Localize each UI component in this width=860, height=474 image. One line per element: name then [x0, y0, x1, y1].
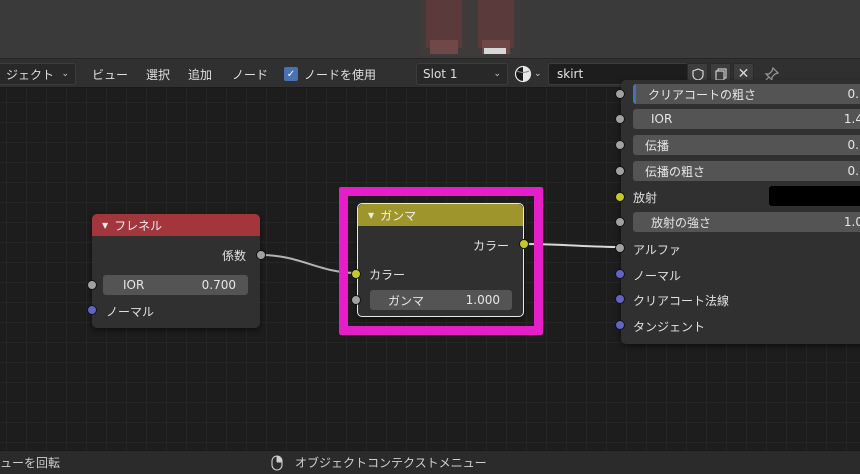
bsdf-emission-socket[interactable]: [615, 192, 625, 202]
checkmark-icon[interactable]: ✓: [284, 67, 298, 81]
bsdf-clearcoat-roughness-field[interactable]: クリアコートの粗さ 0.: [633, 84, 860, 104]
duplicate-icon: [714, 67, 727, 81]
bsdf-alpha-socket[interactable]: [615, 243, 625, 253]
bsdf-ior-value: 1.4: [843, 112, 860, 126]
bsdf-alpha-label: アルファ: [633, 243, 681, 257]
status-bar: ューを回転 オブジェクトコンテクストメニュー: [0, 450, 860, 474]
shield-icon: [691, 67, 704, 81]
menu-view[interactable]: ビュー: [92, 59, 128, 89]
fresnel-node[interactable]: ▼ フレネル 係数 IOR 0.700 ノーマル: [92, 214, 260, 328]
bsdf-transmission-socket[interactable]: [615, 140, 625, 150]
fresnel-normal-label: ノーマル: [106, 305, 155, 319]
slot-dropdown[interactable]: Slot 1 ⌄: [416, 63, 508, 85]
fresnel-ior-label: IOR: [123, 278, 145, 292]
fresnel-output-socket[interactable]: [256, 250, 266, 260]
fresnel-ior-value: 0.700: [201, 278, 236, 292]
bsdf-tangent-label: タンジェント: [633, 320, 706, 334]
bsdf-transmission-roughness-field[interactable]: 伝播の粗さ 0.: [633, 161, 860, 181]
bsdf-ior-label: IOR: [651, 112, 673, 126]
menu-node[interactable]: ノード: [232, 59, 268, 89]
collapse-triangle-icon[interactable]: ▼: [102, 221, 108, 230]
chevron-down-icon: ⌄: [493, 69, 501, 79]
bsdf-clearcoat-roughness-value: 0.: [847, 87, 859, 101]
status-center-text: オブジェクトコンテクストメニュー: [295, 456, 487, 470]
editor-mode-label: ジェクト: [6, 67, 55, 82]
menu-add[interactable]: 追加: [188, 59, 212, 89]
bsdf-emission-label: 放射: [633, 191, 658, 205]
bsdf-emission-strength-field[interactable]: 放射の強さ 1.0: [633, 212, 860, 232]
bsdf-transmission-roughness-label: 伝播の粗さ: [645, 164, 706, 179]
status-left-text: ューを回転: [0, 456, 61, 470]
bsdf-emission-strength-value: 1.0: [843, 215, 860, 229]
bsdf-emission-strength-label: 放射の強さ: [651, 215, 712, 230]
fresnel-output-label: 係数: [221, 249, 246, 263]
bsdf-ior-socket[interactable]: [615, 114, 625, 124]
bsdf-transmission-label: 伝播: [645, 138, 670, 153]
highlight-box: [339, 187, 543, 335]
chevron-down-icon: ⌄: [534, 69, 542, 79]
bsdf-clearcoat-normal-label: クリアコート法線: [633, 294, 730, 308]
material-sphere-icon: [514, 65, 532, 83]
menu-select[interactable]: 選択: [146, 59, 170, 89]
bsdf-clearcoat-roughness-socket[interactable]: [615, 89, 625, 99]
slot-label: Slot 1: [423, 67, 458, 81]
3d-viewport-strip[interactable]: [0, 0, 860, 58]
fresnel-normal-socket[interactable]: [87, 305, 97, 315]
use-nodes-toggle[interactable]: ✓ ノードを使用: [284, 59, 376, 89]
bsdf-normal-socket[interactable]: [615, 269, 625, 279]
bsdf-clearcoat-roughness-label: クリアコートの粗さ: [648, 87, 757, 102]
use-nodes-label: ノードを使用: [304, 67, 377, 82]
editor-mode-dropdown[interactable]: ジェクト ⌄: [0, 63, 76, 85]
bsdf-transmission-roughness-value: 0.: [847, 164, 859, 178]
bsdf-transmission-roughness-socket[interactable]: [615, 166, 625, 176]
fresnel-node-header[interactable]: ▼ フレネル: [92, 214, 260, 236]
fresnel-ior-socket[interactable]: [87, 280, 97, 290]
bsdf-ior-field[interactable]: IOR 1.4: [633, 109, 860, 129]
bsdf-emission-color-swatch[interactable]: [769, 186, 860, 206]
bsdf-transmission-field[interactable]: 伝播 0.: [633, 135, 860, 155]
bsdf-tangent-socket[interactable]: [615, 320, 625, 330]
bsdf-emission-strength-socket[interactable]: [615, 217, 625, 227]
viewport-figure-image: [420, 0, 520, 56]
fresnel-node-title: フレネル: [114, 218, 163, 233]
bsdf-clearcoat-normal-socket[interactable]: [615, 294, 625, 304]
bsdf-transmission-value: 0.: [847, 138, 859, 152]
principled-bsdf-node[interactable]: クリアコートの粗さ 0. IOR 1.4 伝播 0. 伝播の粗さ 0. 放射 放…: [621, 80, 860, 344]
chevron-down-icon: ⌄: [61, 69, 69, 79]
mouse-icon: [271, 455, 283, 471]
material-browse-button[interactable]: ⌄: [514, 59, 542, 89]
bsdf-normal-label: ノーマル: [633, 269, 682, 283]
fresnel-ior-field[interactable]: IOR 0.700: [103, 275, 248, 295]
